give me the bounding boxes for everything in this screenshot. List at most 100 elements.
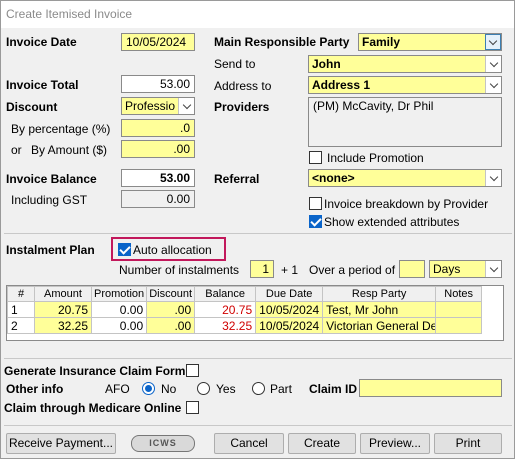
instalment-grid[interactable]: # Amount Promotion Discount Balance Due … [6,285,504,341]
table-header: # Amount Promotion Discount Balance Due … [7,286,483,302]
referral-label: Referral [214,172,260,186]
instalment-plan-label: Instalment Plan [6,243,95,257]
discount-label: Discount [6,100,58,114]
row-number: 1 [7,301,35,318]
chevron-down-icon[interactable] [485,56,501,72]
column-header[interactable]: # [7,286,35,302]
afo-part-radio[interactable] [252,382,265,395]
divider [4,425,512,426]
receive-payment-button[interactable]: Receive Payment... [6,433,116,454]
table-row[interactable]: 2 32.25 0.00 .00 32.25 10/05/2024 Victor… [7,317,483,334]
promotion-cell: 0.00 [90,301,148,318]
include-promotion-checkbox[interactable] [309,151,322,164]
column-header[interactable]: Resp Party [322,286,437,302]
show-extended-checkbox[interactable] [309,215,322,228]
referral-select[interactable]: <none> [308,169,502,187]
discount-cell[interactable]: .00 [146,317,196,334]
period-field[interactable] [399,260,425,278]
invoice-window: Create Itemised Invoice Invoice Date 10/… [0,0,515,459]
other-info-label: Other info [6,382,64,396]
main-party-select[interactable]: Family [358,33,502,51]
due-date-cell[interactable]: 10/05/2024 [255,301,324,318]
by-amount-field[interactable]: .00 [121,140,195,158]
afo-yes-label: Yes [216,382,236,396]
send-to-select[interactable]: John [308,55,502,73]
preview-button[interactable]: Preview... [360,433,430,454]
balance-cell: 32.25 [194,317,257,334]
discount-select[interactable]: Professio [121,97,195,115]
send-to-value: John [312,57,341,71]
resp-party-cell[interactable]: Test, Mr John [322,301,437,318]
chevron-down-icon[interactable] [485,261,501,277]
breakdown-by-provider-checkbox[interactable] [309,197,322,210]
show-extended-label: Show extended attributes [324,215,460,229]
generate-claim-label: Generate Insurance Claim Form [4,364,186,378]
column-header[interactable]: Notes [435,286,483,302]
send-to-label: Send to [214,57,256,71]
notes-cell[interactable] [435,301,483,318]
row-number: 2 [7,317,35,334]
window-title: Create Itemised Invoice [1,1,514,28]
auto-allocation-label: Auto allocation [133,243,212,257]
providers-label: Providers [214,100,270,114]
chevron-down-icon[interactable] [485,34,501,50]
chevron-down-icon[interactable] [485,77,501,93]
afo-part-label: Part [270,382,293,396]
by-percentage-label: By percentage (%) [11,122,111,136]
icws-logo: ICWS [131,435,195,452]
table-row[interactable]: 1 20.75 0.00 .00 20.75 10/05/2024 Test, … [7,301,483,318]
chevron-down-icon[interactable] [485,170,501,186]
divider [4,358,512,359]
afo-label: AFO [105,382,130,396]
balance-cell: 20.75 [194,301,257,318]
invoice-total-field[interactable]: 53.00 [121,75,195,93]
medicare-online-checkbox[interactable] [186,401,199,414]
period-unit-value: Days [433,262,461,276]
create-button[interactable]: Create [288,433,356,454]
column-header[interactable]: Promotion [90,286,148,302]
num-instalments-label: Number of instalments [119,263,240,277]
claim-id-label: Claim ID [309,382,358,396]
auto-allocation-checkbox[interactable] [118,243,131,256]
instalment-table: # Amount Promotion Discount Balance Due … [7,286,483,334]
invoice-total-label: Invoice Total [6,78,79,92]
afo-yes-radio[interactable] [197,382,210,395]
print-button[interactable]: Print [434,433,502,454]
afo-no-label: No [161,382,177,396]
divider [4,233,512,234]
gst-label: Including GST [11,193,88,207]
discount-cell[interactable]: .00 [146,301,196,318]
by-percentage-field[interactable]: .0 [121,119,195,137]
period-label: Over a period of [309,263,396,277]
resp-party-cell[interactable]: Victorian General De [322,317,437,334]
num-instalments-field[interactable]: 1 [250,260,274,278]
chevron-down-icon[interactable] [178,98,194,114]
claim-id-field[interactable] [359,379,502,397]
generate-claim-checkbox[interactable] [186,364,199,377]
afo-no-radio[interactable] [142,382,155,395]
due-date-cell[interactable]: 10/05/2024 [255,317,324,334]
column-header[interactable]: Discount [146,286,196,302]
invoice-date-field[interactable]: 10/05/2024 [121,33,195,51]
referral-value: <none> [312,171,355,185]
providers-list: (PM) McCavity, Dr Phil [308,97,502,147]
column-header[interactable]: Balance [194,286,257,302]
invoice-date-label: Invoice Date [6,35,77,49]
gst-field: 0.00 [121,190,195,208]
amount-cell[interactable]: 20.75 [34,301,92,318]
medicare-online-label: Claim through Medicare Online [4,401,182,415]
column-header[interactable]: Due Date [255,286,324,302]
discount-value: Professio [125,99,176,113]
notes-cell[interactable] [435,317,483,334]
address-select[interactable]: Address 1 [308,76,502,94]
invoice-balance-label: Invoice Balance [6,172,97,186]
amount-cell[interactable]: 32.25 [34,317,92,334]
invoice-balance-field: 53.00 [121,169,195,187]
column-header[interactable]: Amount [34,286,92,302]
by-amount-label: By Amount ($) [31,143,108,157]
cancel-button[interactable]: Cancel [214,433,284,454]
period-unit-select[interactable]: Days [429,260,502,278]
plus-one-label: + 1 [281,263,299,277]
or-label: or [11,143,22,157]
main-party-label: Main Responsible Party [214,35,350,49]
